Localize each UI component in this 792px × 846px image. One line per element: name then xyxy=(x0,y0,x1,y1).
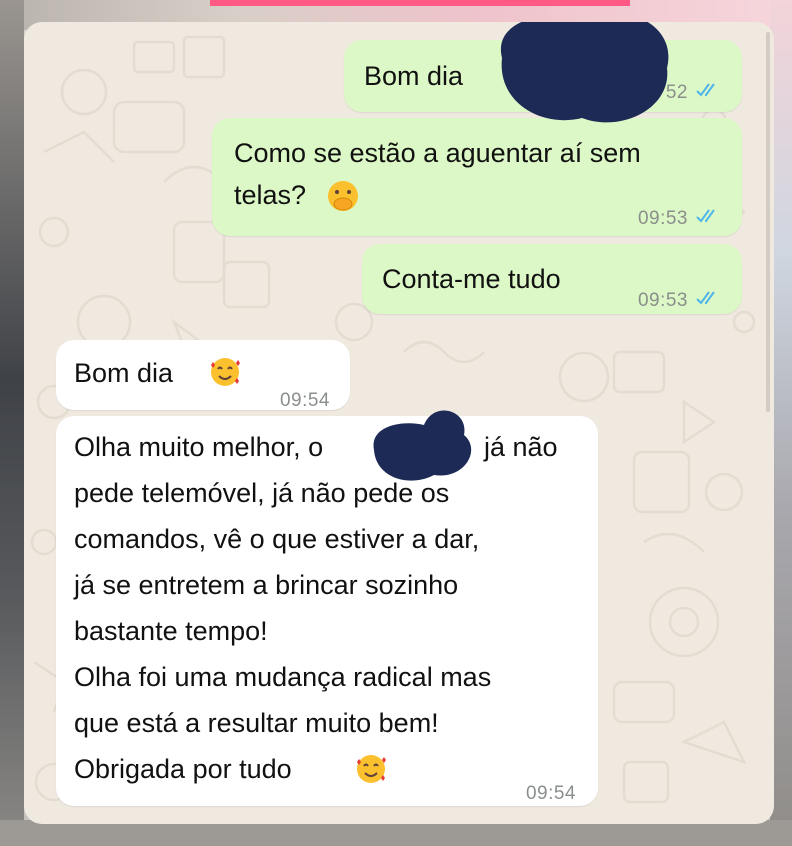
message-text-line-8: Obrigada por tudo xyxy=(74,754,292,784)
message-text-line-6: Olha foi uma mudança radical mas xyxy=(74,662,492,692)
redaction-blot-name-2 xyxy=(373,410,472,481)
message-text: Bom dia xyxy=(74,358,174,388)
message-meta: 09:53 xyxy=(638,196,720,242)
double-check-icon xyxy=(696,278,720,324)
message-text-line-3: comandos, vê o que estiver a dar, xyxy=(74,524,480,554)
message-timestamp: 09:53 xyxy=(637,290,688,312)
message-bubble-incoming[interactable]: Olha muito melhor, o já não pede telemóv… xyxy=(56,416,598,806)
message-timestamp: 09:54 xyxy=(525,783,576,804)
message-bubble-outgoing[interactable]: Conta-me tudo 09:53 xyxy=(362,244,742,314)
scrollbar[interactable] xyxy=(766,32,770,412)
message-timestamp: 09:53 xyxy=(637,208,688,230)
double-check-icon xyxy=(696,70,720,116)
smiling-face-with-hearts-emoji xyxy=(208,355,242,389)
smiling-face-with-hearts-emoji xyxy=(354,752,388,786)
message-bubble-incoming[interactable]: Bom dia 09:54 xyxy=(56,340,350,411)
chat-panel[interactable]: Bom dia 52 Como se estão a aguentar aí s… xyxy=(24,22,774,824)
message-text-line-7: que está a resultar muito bem! xyxy=(74,708,439,738)
message-text-line-5: bastante tempo! xyxy=(74,616,268,646)
hand-over-mouth-emoji xyxy=(326,179,360,213)
pink-stripe xyxy=(210,0,630,6)
message-text-line-1a: Olha muito melhor, o xyxy=(74,432,324,462)
background-photo-left xyxy=(0,0,24,846)
message-text: Bom dia xyxy=(364,61,464,91)
message-text-line-2: telas? xyxy=(234,180,307,210)
message-text-line-4: já se entretem a brincar sozinho xyxy=(74,570,459,600)
message-text: Conta-me tudo xyxy=(382,264,561,294)
message-text-line-1b: já não xyxy=(484,432,558,462)
message-meta: 09:53 xyxy=(638,278,720,324)
double-check-icon xyxy=(696,196,720,242)
redaction-blot-name-1 xyxy=(500,22,669,123)
